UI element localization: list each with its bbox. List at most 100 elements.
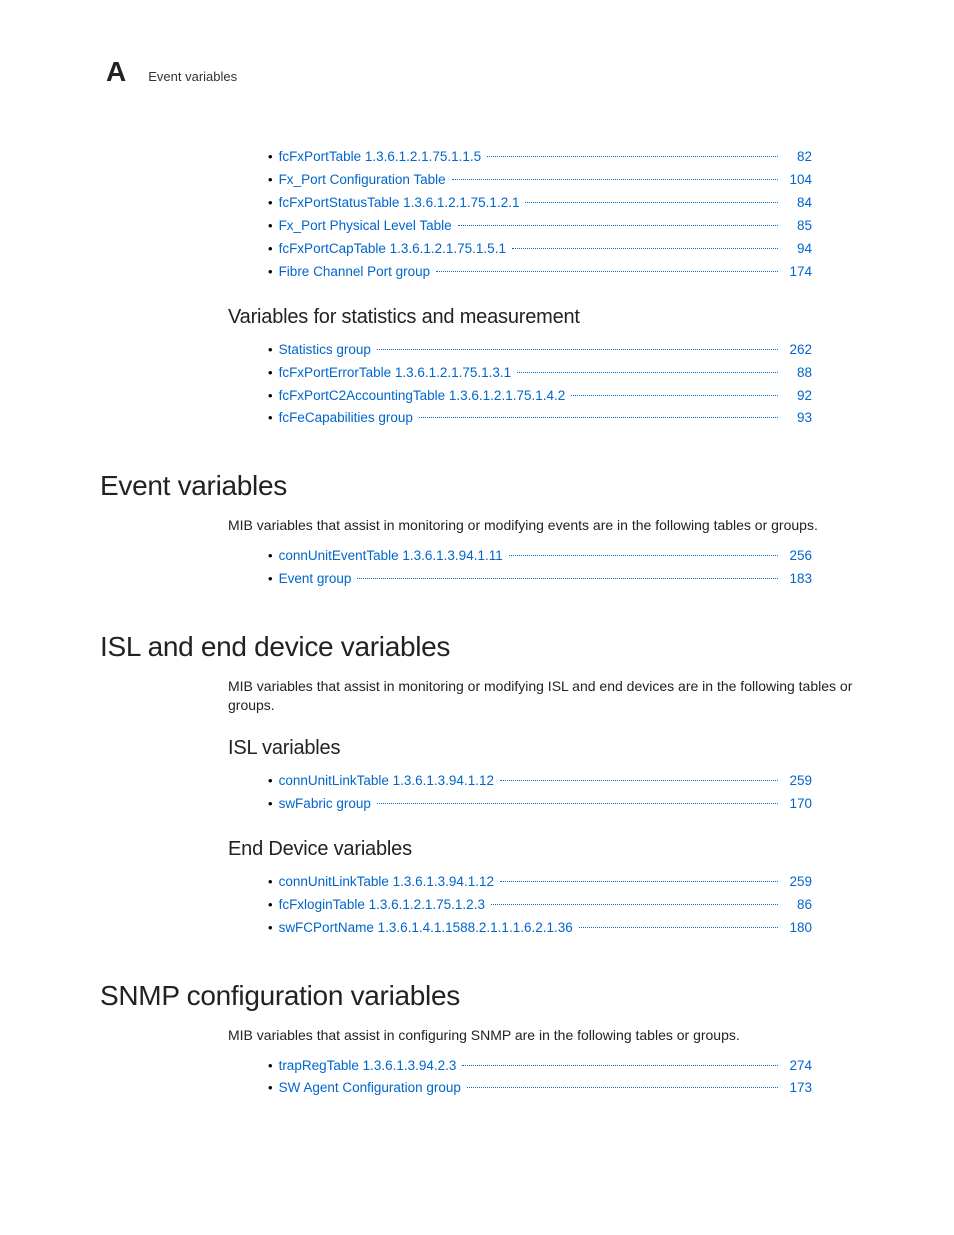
bullet-icon: • [268,871,273,893]
toc-list: •connUnitLinkTable 1.3.6.1.3.94.1.12259•… [268,871,854,940]
toc-item: • connUnitEventTable 1.3.6.1.3.94.1.11 256 [268,545,854,568]
toc-list: • connUnitEventTable 1.3.6.1.3.94.1.11 256… [268,545,854,591]
toc-page-number[interactable]: 85 [784,215,854,238]
bullet-icon: • [268,192,273,214]
leader-dots [487,156,778,157]
leader-dots [517,372,778,373]
page-header: A Event variables [106,58,854,86]
toc-link[interactable]: connUnitEventTable 1.3.6.1.3.94.1.11 [279,545,503,568]
toc-page-number[interactable]: 82 [784,146,854,169]
toc-item: •Fx_Port Configuration Table104 [268,169,854,192]
bullet-icon: • [268,215,273,237]
section-letter: A [106,58,126,86]
bullet-icon: • [268,146,273,168]
bullet-icon: • [268,339,273,361]
bullet-icon: • [268,1055,273,1077]
bullet-icon: • [268,545,273,567]
isl-para: MIB variables that assist in monitoring … [228,677,854,715]
toc-page-number[interactable]: 94 [784,238,854,261]
bullet-icon: • [268,894,273,916]
toc-page-number[interactable]: 180 [784,917,854,940]
toc-item: • connUnitLinkTable 1.3.6.1.3.94.1.12 259 [268,770,854,793]
toc-list: •connUnitLinkTable 1.3.6.1.3.94.1.12259•… [268,770,854,816]
leader-dots [462,1065,778,1066]
leader-dots [509,555,778,556]
toc-item: • swFabric group 170 [268,793,854,816]
toc-link[interactable]: connUnitLinkTable 1.3.6.1.3.94.1.12 [279,770,494,793]
toc-item: • Fibre Channel Port group 174 [268,261,854,284]
leader-dots [500,881,778,882]
toc-item: • Fx_Port Physical Level Table 85 [268,215,854,238]
toc-link[interactable]: SW Agent Configuration group [279,1077,461,1100]
leader-dots [491,904,778,905]
toc-item: • SW Agent Configuration group 173 [268,1077,854,1100]
toc-link[interactable]: swFCPortName 1.3.6.1.4.1.1588.2.1.1.1.6.… [279,917,573,940]
toc-item: •Event group183 [268,568,854,591]
page: A Event variables • fcFxPortTable 1.3.6.1… [0,0,954,1235]
toc-page-number[interactable]: 256 [784,545,854,568]
isl-block: MIB variables that assist in monitoring … [228,677,854,939]
bullet-icon: • [268,261,273,283]
toc-item: •fcFxPortCapTable 1.3.6.1.2.1.75.1.5.194 [268,238,854,261]
toc-link[interactable]: fcFeCapabilities group [279,407,413,430]
toc-link[interactable]: fcFxPortTable 1.3.6.1.2.1.75.1.1.5 [279,146,482,169]
snmp-block: MIB variables that assist in configuring… [228,1026,854,1101]
toc-item: • swFCPortName 1.3.6.1.4.1.1588.2.1.1.1.6… [268,917,854,940]
toc-page-number[interactable]: 174 [784,261,854,284]
event-para: MIB variables that assist in monitoring … [228,516,854,535]
toc-link[interactable]: Statistics group [279,339,371,362]
bullet-icon: • [268,793,273,815]
bullet-icon: • [268,770,273,792]
toc-page-number[interactable]: 170 [784,793,854,816]
toc-page-number[interactable]: 183 [784,568,854,591]
toc-page-number[interactable]: 259 [784,770,854,793]
toc-page-number[interactable]: 262 [784,339,854,362]
leader-dots [458,225,778,226]
toc-link[interactable]: fcFxPortErrorTable 1.3.6.1.2.1.75.1.3.1 [279,362,512,385]
toc-list: • trapRegTable 1.3.6.1.3.94.2.3 274 • SW Age… [268,1055,854,1101]
toc-page-number[interactable]: 84 [784,192,854,215]
leader-dots [377,349,778,350]
toc-link[interactable]: connUnitLinkTable 1.3.6.1.3.94.1.12 [279,871,494,894]
toc-item: • fcFxloginTable 1.3.6.1.2.1.75.1.2.3 86 [268,894,854,917]
toc-page-number[interactable]: 104 [784,169,854,192]
toc-link[interactable]: fcFxloginTable 1.3.6.1.2.1.75.1.2.3 [279,894,485,917]
leader-dots [436,271,778,272]
bullet-icon: • [268,1077,273,1099]
toc-link[interactable]: Fx_Port Physical Level Table [279,215,452,238]
breadcrumb: Event variables [148,69,237,84]
leader-dots [512,248,778,249]
leader-dots [525,202,778,203]
toc-link[interactable]: swFabric group [279,793,371,816]
toc-item: • Statistics group 262 [268,339,854,362]
toc-link[interactable]: fcFxPortStatusTable 1.3.6.1.2.1.75.1.2.1 [279,192,520,215]
bullet-icon: • [268,362,273,384]
toc-page-number[interactable]: 88 [784,362,854,385]
toc-item: • fcFxPortStatusTable 1.3.6.1.2.1.75.1.2.… [268,192,854,215]
leader-dots [467,1087,778,1088]
leader-dots [579,927,778,928]
toc-link[interactable]: Fibre Channel Port group [279,261,431,284]
toc-page-number[interactable]: 274 [784,1055,854,1078]
bullet-icon: • [268,407,273,429]
toc-link[interactable]: trapRegTable 1.3.6.1.3.94.2.3 [279,1055,457,1078]
toc-page-number[interactable]: 259 [784,871,854,894]
toc-link[interactable]: fcFxPortC2AccountingTable 1.3.6.1.2.1.75… [279,385,566,408]
leader-dots [377,803,778,804]
isl-heading: ISL and end device variables [100,631,854,663]
snmp-para: MIB variables that assist in configuring… [228,1026,854,1045]
toc-page-number[interactable]: 86 [784,894,854,917]
isl-sub2-heading: End Device variables [228,838,854,861]
toc-item: • fcFxPortTable 1.3.6.1.2.1.75.1.1.5 82 [268,146,854,169]
toc-page-number[interactable]: 173 [784,1077,854,1100]
bullet-icon: • [268,917,273,939]
toc-page-number[interactable]: 92 [784,385,854,408]
toc-link[interactable]: Event group [279,568,352,591]
toc-link[interactable]: Fx_Port Configuration Table [279,169,446,192]
toc-page-number[interactable]: 93 [784,407,854,430]
toc-link[interactable]: fcFxPortCapTable 1.3.6.1.2.1.75.1.5.1 [279,238,506,261]
bullet-icon: • [268,385,273,407]
leader-dots [357,578,778,579]
toc-item: • trapRegTable 1.3.6.1.3.94.2.3 274 [268,1055,854,1078]
top-list-block: • fcFxPortTable 1.3.6.1.2.1.75.1.1.5 82 • Fx… [228,146,854,430]
